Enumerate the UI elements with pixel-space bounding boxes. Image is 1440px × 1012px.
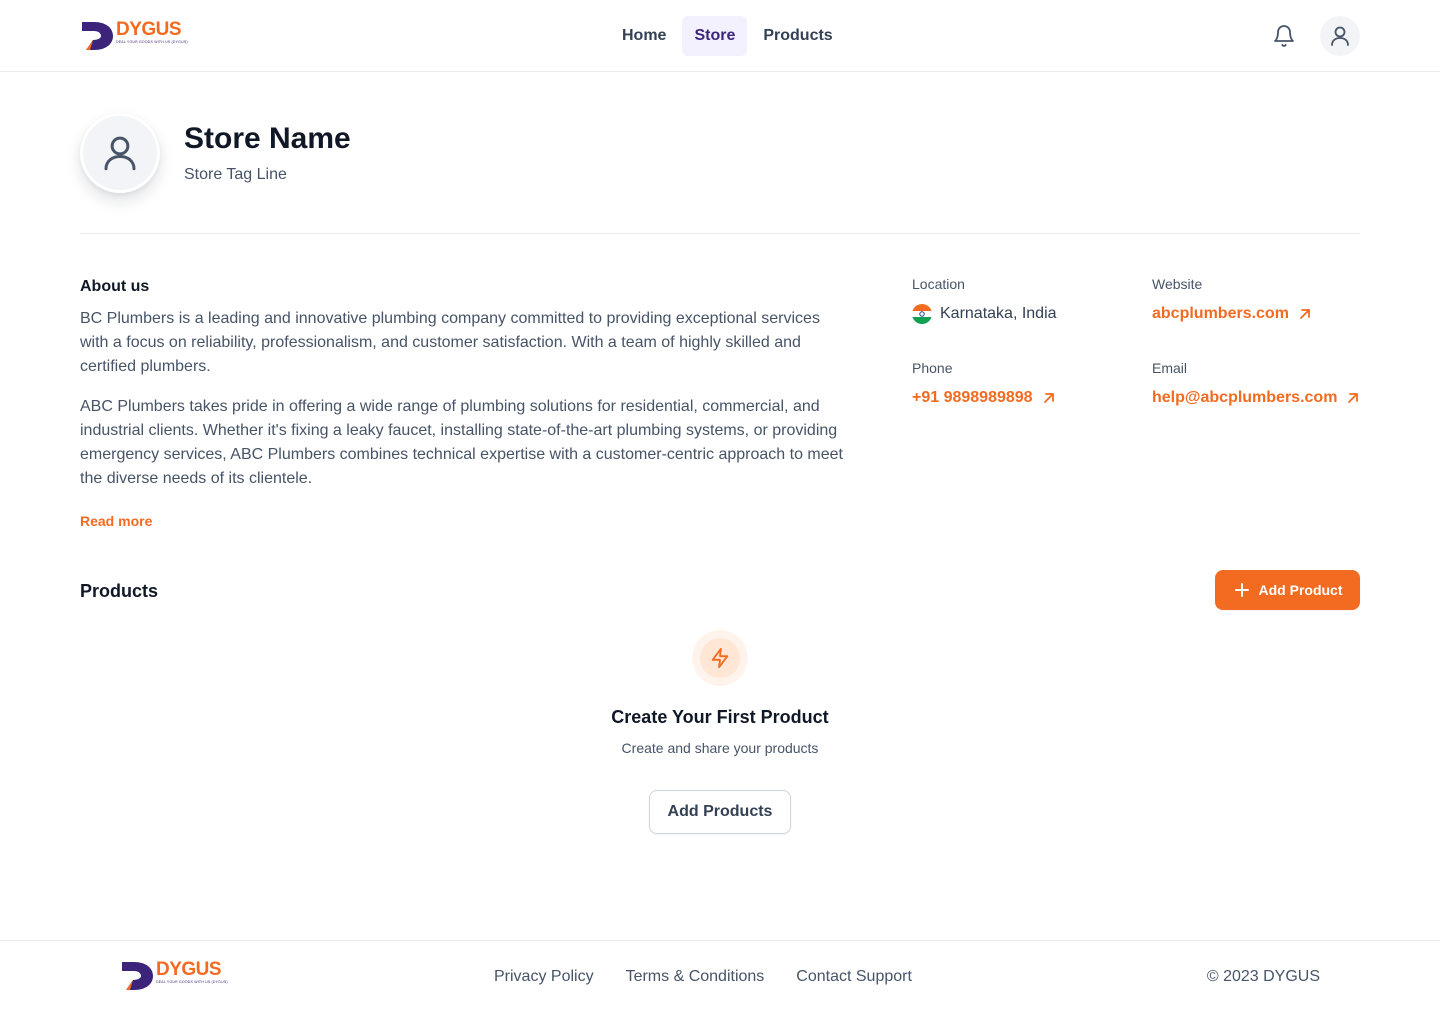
dygus-logo-icon — [82, 22, 113, 50]
bell-icon[interactable] — [1272, 24, 1296, 48]
privacy-policy-link[interactable]: Privacy Policy — [494, 965, 594, 989]
india-flag-icon — [912, 304, 932, 324]
products-title: Products — [80, 581, 159, 601]
location-label: Location — [912, 276, 965, 292]
plus-icon — [1234, 583, 1249, 597]
email-link[interactable]: help@abcplumbers.com — [1152, 386, 1361, 410]
website-label: Website — [1152, 276, 1203, 292]
arrow-up-right-icon — [1300, 309, 1310, 319]
email-text: help@abcplumbers.com — [1152, 389, 1338, 406]
arrow-up-right-icon — [1348, 393, 1359, 403]
phone-label: Phone — [912, 360, 953, 376]
terms-conditions-link[interactable]: Terms & Conditions — [626, 965, 765, 989]
about-title: About us — [80, 278, 150, 295]
email-label: Email — [1152, 360, 1188, 376]
website-text: abcplumbers.com — [1152, 305, 1289, 322]
footer-links: Privacy Policy Terms & Conditions Contac… — [494, 965, 912, 989]
add-products-button[interactable]: Add Products — [649, 790, 791, 834]
phone-text: +91 9898989898 — [912, 389, 1033, 406]
footer-logo[interactable]: DYGUS DEAL YOUR GOODS WITH US (DYGUS) — [120, 960, 228, 992]
logo-wordmark: DYGUS — [156, 959, 222, 980]
location-value: Karnataka, India — [912, 302, 1057, 326]
store-avatar — [80, 113, 160, 193]
nav-store[interactable]: Store — [682, 16, 748, 56]
logo-tagline: DEAL YOUR GOODS WITH US (DYGUS) — [116, 40, 188, 44]
dygus-logo-icon — [122, 962, 153, 990]
user-icon — [1331, 26, 1349, 46]
add-product-button[interactable]: Add Product — [1215, 570, 1360, 610]
nav-home[interactable]: Home — [610, 16, 678, 56]
top-header: DYGUS DEAL YOUR GOODS WITH US (DYGUS) Ho… — [0, 0, 1440, 72]
section-divider — [80, 233, 1360, 234]
empty-state-icon-wrap — [692, 630, 748, 686]
empty-state-title: Create Your First Product — [611, 707, 829, 727]
website-link[interactable]: abcplumbers.com — [1152, 302, 1313, 326]
arrow-up-right-icon — [1043, 393, 1054, 403]
copyright-text: © 2023 DYGUS — [1206, 968, 1320, 985]
user-icon — [104, 136, 136, 171]
empty-state-subtitle: Create and share your products — [621, 740, 819, 756]
header-logo[interactable]: DYGUS DEAL YOUR GOODS WITH US (DYGUS) — [80, 20, 188, 52]
store-tagline: Store Tag Line — [184, 166, 287, 183]
contact-support-link[interactable]: Contact Support — [796, 965, 912, 989]
store-name: Store Name — [184, 122, 351, 155]
location-text: Karnataka, India — [940, 305, 1057, 322]
read-more-link[interactable]: Read more — [80, 511, 152, 531]
account-avatar-button[interactable] — [1320, 16, 1360, 56]
main-nav: Home Store Products — [610, 16, 845, 56]
nav-products[interactable]: Products — [751, 16, 844, 56]
logo-wordmark: DYGUS — [116, 19, 182, 40]
lightning-icon — [711, 647, 729, 669]
about-paragraph: BC Plumbers is a leading and innovative … — [80, 310, 820, 375]
phone-link[interactable]: +91 9898989898 — [912, 386, 1057, 410]
footer: DYGUS DEAL YOUR GOODS WITH US (DYGUS) Pr… — [0, 940, 1440, 1012]
about-paragraph: ABC Plumbers takes pride in offering a w… — [80, 398, 843, 487]
add-product-label: Add Product — [1258, 582, 1343, 598]
logo-tagline: DEAL YOUR GOODS WITH US (DYGUS) — [156, 980, 228, 984]
